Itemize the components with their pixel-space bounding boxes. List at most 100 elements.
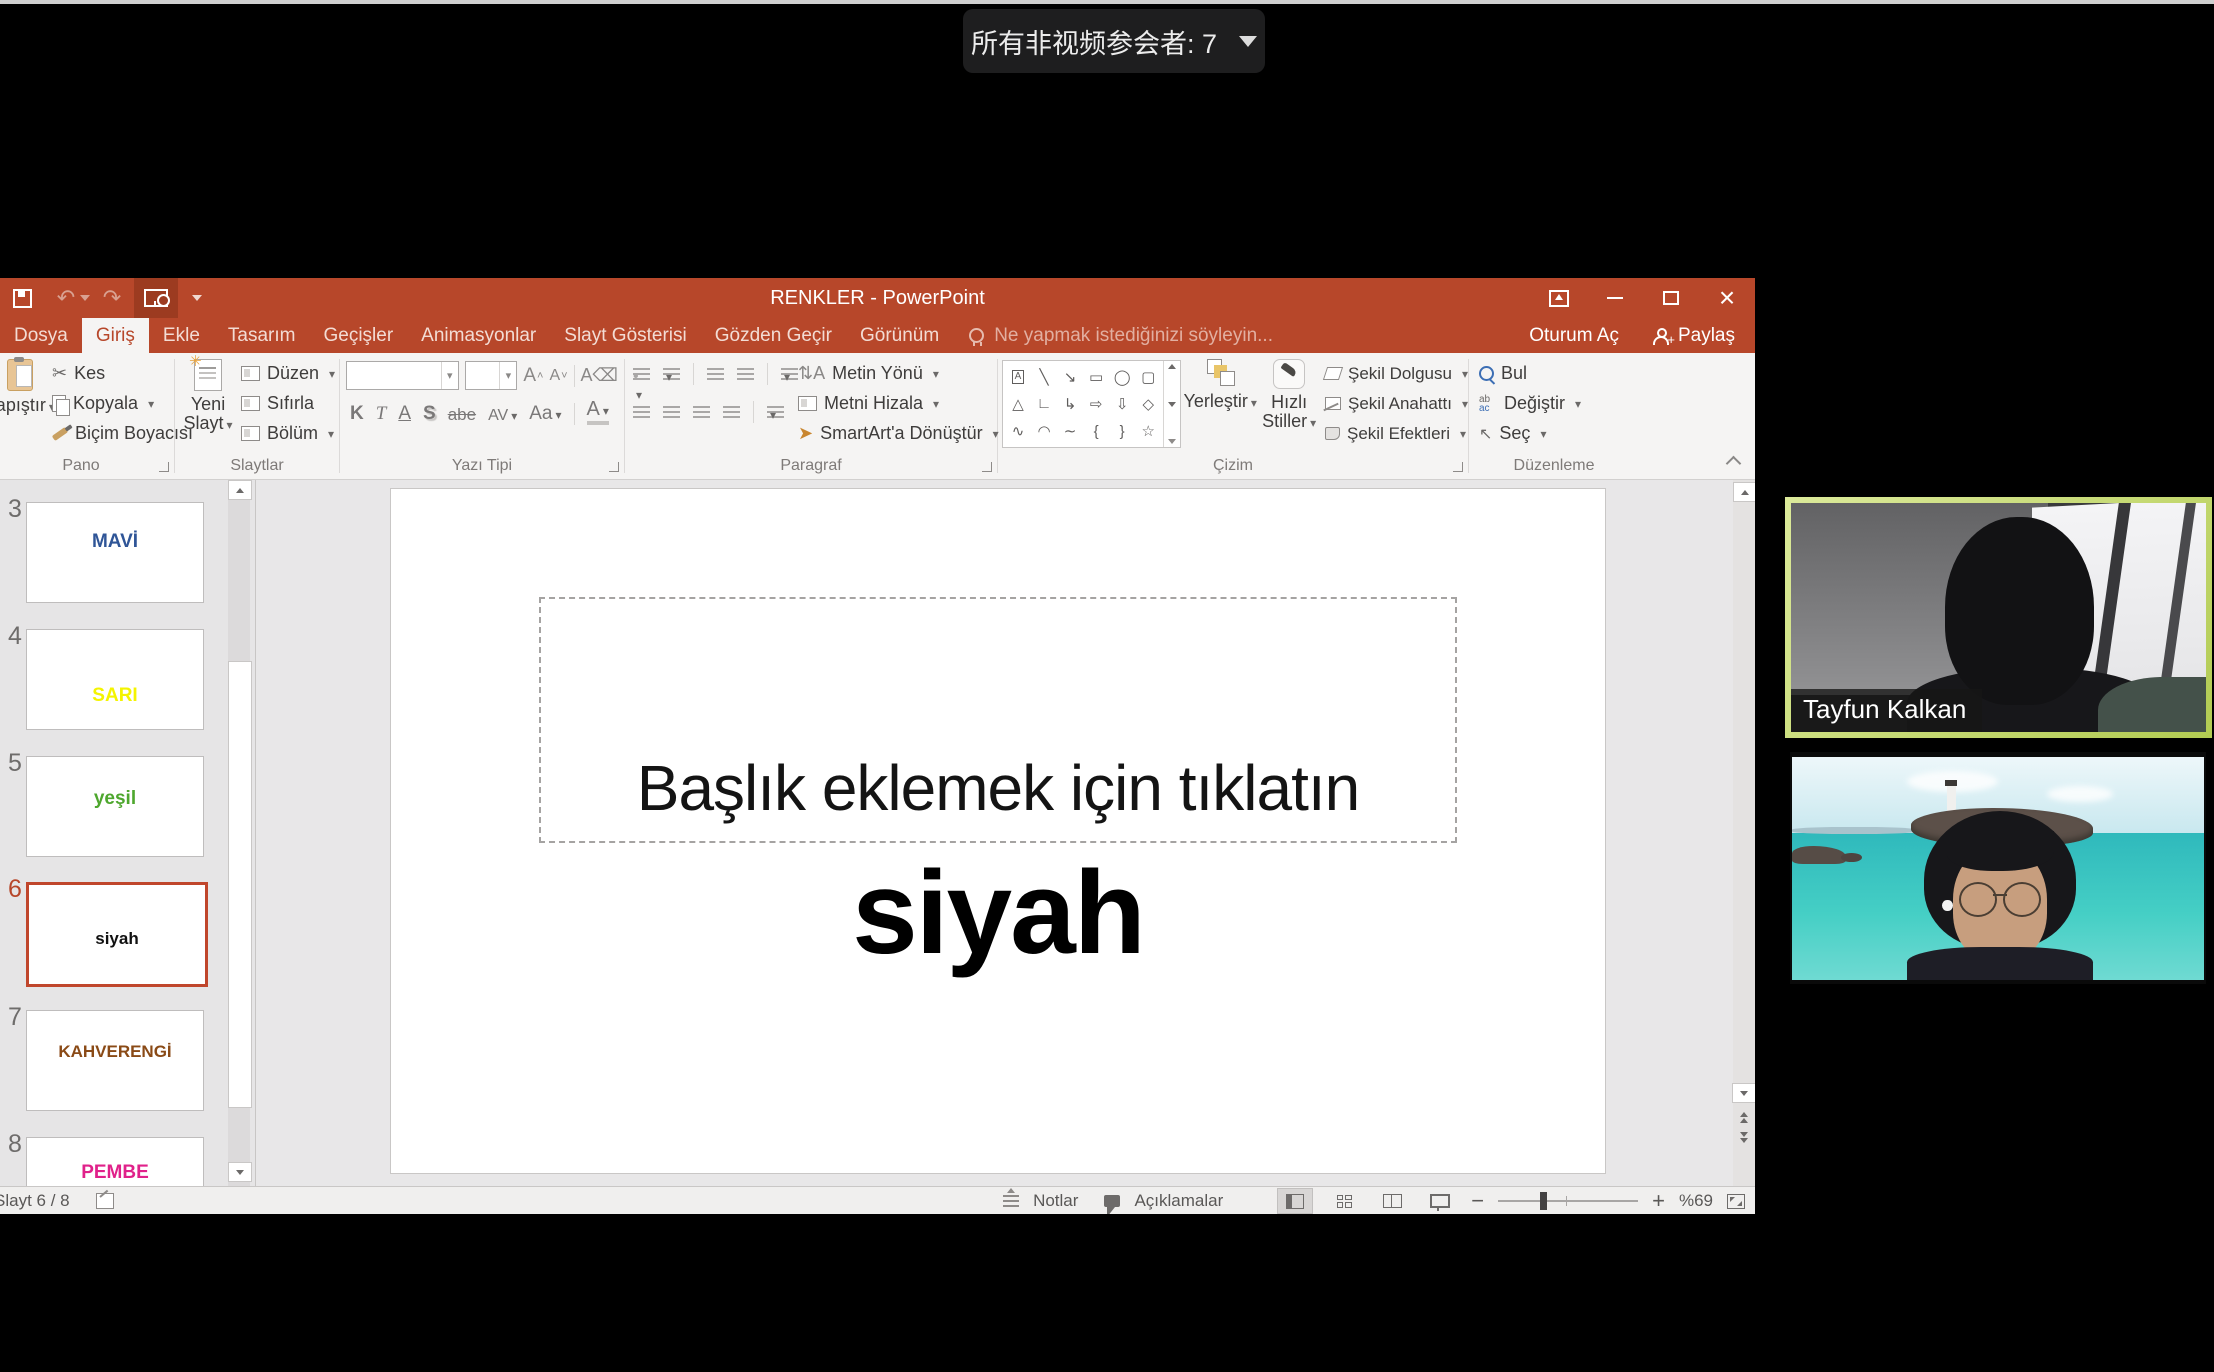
zoom-slider[interactable]: [1498, 1200, 1638, 1202]
columns-button[interactable]: [767, 406, 784, 418]
change-case-button[interactable]: Aa: [529, 403, 561, 425]
align-left-button[interactable]: [633, 406, 650, 418]
scroll-down-button[interactable]: [1732, 1083, 1755, 1103]
slide-thumbnail-6-selected[interactable]: siyah: [26, 882, 208, 987]
justify-button[interactable]: [723, 406, 740, 418]
notes-toggle[interactable]: Notlar: [1033, 1191, 1078, 1211]
increase-indent-button[interactable]: [737, 368, 754, 380]
shape-line-icon[interactable]: ╲: [1040, 368, 1049, 386]
shape-arrow-icon[interactable]: ↘: [1064, 368, 1077, 386]
slide-thumbnail-3[interactable]: MAVİ: [26, 502, 204, 603]
shapes-gallery[interactable]: A ╲ ↘ ▭ ◯ ▢ △ ∟ ↳ ⇨ ⇩ ◇ ∿: [1002, 360, 1181, 448]
slide-sorter-view-button[interactable]: [1327, 1189, 1361, 1213]
bullets-button[interactable]: [633, 368, 650, 380]
comments-toggle[interactable]: Açıklamalar: [1134, 1191, 1223, 1211]
paragraph-dialog-launcher[interactable]: [982, 462, 992, 472]
font-size-combo[interactable]: [465, 361, 518, 390]
drawing-dialog-launcher[interactable]: [1453, 462, 1463, 472]
zoom-slider-thumb[interactable]: [1540, 1192, 1547, 1210]
cut-button[interactable]: ✂ Kes: [52, 361, 193, 386]
close-button[interactable]: ×: [1699, 278, 1755, 318]
layout-button[interactable]: Düzen: [241, 361, 335, 386]
fit-to-window-icon[interactable]: [1727, 1194, 1745, 1209]
bold-button[interactable]: K: [350, 403, 364, 425]
strikethrough-button[interactable]: abe: [448, 405, 476, 425]
customize-qat-caret[interactable]: [192, 295, 202, 301]
normal-view-button[interactable]: [1277, 1188, 1313, 1214]
copy-button[interactable]: Kopyala: [52, 391, 193, 416]
sign-in-link[interactable]: Oturum Aç: [1529, 325, 1619, 347]
minimize-button[interactable]: [1587, 278, 1643, 318]
scrollbar-thumb[interactable]: [228, 661, 252, 1108]
tab-transitions[interactable]: Geçişler: [309, 318, 407, 353]
zoom-level[interactable]: %69: [1679, 1191, 1713, 1211]
line-spacing-button[interactable]: [781, 368, 798, 380]
text-shadow-button[interactable]: S: [423, 403, 436, 425]
align-text-button[interactable]: Metni Hizala: [798, 391, 999, 416]
shape-rectangle-icon[interactable]: ▭: [1089, 368, 1103, 386]
slide-body-text[interactable]: siyah: [391, 845, 1605, 981]
shape-right-arrow-icon[interactable]: ⇨: [1090, 395, 1103, 413]
thumbnail-panel-scrollbar[interactable]: [228, 480, 250, 1186]
shape-triangle-icon[interactable]: △: [1012, 395, 1024, 413]
grow-font-button[interactable]: A: [523, 365, 536, 387]
tab-animations[interactable]: Animasyonlar: [407, 318, 550, 353]
shape-down-arrow-icon[interactable]: ⇩: [1116, 395, 1129, 413]
quick-styles-button[interactable]: Hızlı Stiller: [1259, 353, 1319, 455]
tab-review[interactable]: Gözden Geçir: [701, 318, 846, 353]
slide-thumbnail-7[interactable]: KAHVERENGİ: [26, 1010, 204, 1111]
character-spacing-button[interactable]: AV: [488, 407, 517, 425]
decrease-indent-button[interactable]: [707, 368, 724, 380]
tab-view[interactable]: Görünüm: [846, 318, 953, 353]
redo-button[interactable]: ↷: [90, 278, 134, 318]
italic-button[interactable]: T: [376, 403, 387, 425]
font-color-button[interactable]: A: [587, 400, 609, 425]
arrange-button[interactable]: Yerleştir: [1187, 353, 1253, 455]
tab-insert[interactable]: Ekle: [149, 318, 214, 353]
replace-button[interactable]: ab ac Değiştir: [1479, 391, 1639, 416]
shape-curve-icon[interactable]: ∼: [1064, 422, 1077, 440]
paste-button[interactable]: Yapıştır: [0, 353, 52, 455]
section-button[interactable]: Bölüm: [241, 421, 335, 446]
font-size-caret[interactable]: [499, 362, 516, 389]
tab-home[interactable]: Giriş: [82, 318, 149, 353]
font-name-combo[interactable]: [346, 361, 459, 390]
slide-canvas[interactable]: Başlık eklemek için tıklatın siyah: [390, 488, 1606, 1174]
select-button[interactable]: ↖ Seç: [1479, 421, 1639, 446]
shape-oval-icon[interactable]: ◯: [1114, 368, 1131, 386]
tab-file[interactable]: Dosya: [0, 318, 82, 353]
start-slideshow-button[interactable]: [134, 278, 178, 318]
shape-elbow-icon[interactable]: ∟: [1037, 395, 1052, 412]
video-tile-active-speaker[interactable]: Tayfun Kalkan: [1785, 497, 2212, 738]
shapes-gallery-scrollbar[interactable]: [1163, 361, 1180, 447]
shape-freeform-icon[interactable]: ◇: [1142, 395, 1154, 413]
share-button[interactable]: Paylaş: [1653, 325, 1735, 347]
font-dialog-launcher[interactable]: [609, 462, 619, 472]
undo-dropdown-caret[interactable]: [80, 295, 90, 301]
shape-scribble-icon[interactable]: ∿: [1012, 422, 1025, 440]
ribbon-display-options-button[interactable]: [1531, 278, 1587, 318]
clipboard-dialog-launcher[interactable]: [159, 462, 169, 472]
shape-arc-icon[interactable]: ◠: [1038, 422, 1051, 440]
slideshow-view-button[interactable]: [1423, 1189, 1457, 1213]
tell-me-box[interactable]: Ne yapmak istediğinizi söyleyin...: [969, 318, 1273, 353]
shape-textbox-icon[interactable]: A: [1012, 370, 1025, 384]
title-placeholder[interactable]: Başlık eklemek için tıklatın: [539, 597, 1457, 843]
zoom-out-button[interactable]: −: [1471, 1192, 1484, 1210]
format-painter-button[interactable]: Biçim Boyacısı: [52, 421, 193, 446]
next-slide-button[interactable]: [1740, 1132, 1748, 1143]
shape-fill-button[interactable]: Şekil Dolgusu: [1325, 361, 1468, 386]
shape-star-icon[interactable]: ☆: [1141, 422, 1154, 440]
collapse-ribbon-button[interactable]: [1726, 456, 1742, 472]
reset-button[interactable]: Sıfırla: [241, 391, 335, 416]
reading-view-button[interactable]: [1375, 1189, 1409, 1213]
scroll-down-button[interactable]: [228, 1162, 252, 1182]
shape-effects-button[interactable]: Şekil Efektleri: [1325, 421, 1468, 446]
slide-area-scrollbar[interactable]: [1733, 480, 1755, 1186]
text-direction-button[interactable]: ⇅A Metin Yönü: [798, 361, 999, 386]
tab-design[interactable]: Tasarım: [214, 318, 310, 353]
participants-dropdown[interactable]: 所有非视频参会者: 7: [963, 9, 1265, 73]
tab-slideshow[interactable]: Slayt Gösterisi: [550, 318, 700, 353]
zoom-in-button[interactable]: +: [1652, 1192, 1665, 1210]
slide-thumbnail-4[interactable]: SARI: [26, 629, 204, 730]
